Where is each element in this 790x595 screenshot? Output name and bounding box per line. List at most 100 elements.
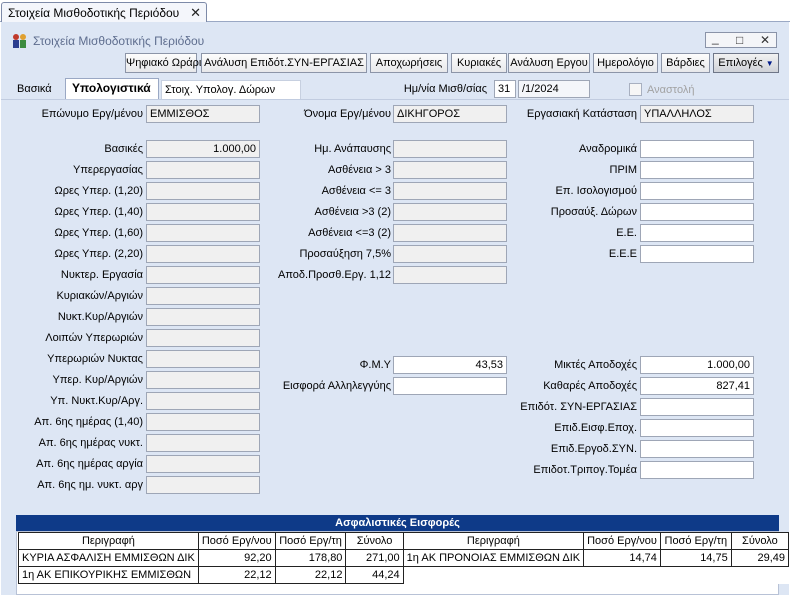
insurance-column-header[interactable]: Σύνολο xyxy=(345,532,404,550)
totals-field-input[interactable] xyxy=(640,440,754,458)
earnings-field-label: Απ. 6ης ημέρας νυκτ. xyxy=(38,437,143,449)
close-window-button[interactable]: ✕ xyxy=(760,33,770,47)
totals-field-label: Επιδ.Εισφ.Εποχ. xyxy=(554,422,637,434)
table-cell: 22,12 xyxy=(274,566,347,584)
earnings-field-label: Υπ. Νυκτ.Κυρ/Αργ. xyxy=(50,395,143,407)
earnings-field-label: Ωρες Υπερ. (1,40) xyxy=(54,206,143,218)
totals-field-input[interactable] xyxy=(640,461,754,479)
absence-field-input[interactable] xyxy=(393,182,507,200)
minimize-button[interactable]: _ xyxy=(712,31,719,45)
insurance-title: Ασφαλιστικές Εισφορές xyxy=(16,515,779,531)
earnings-field-input[interactable] xyxy=(146,161,260,179)
document-tab-strip: Στοιχεία Μισθοδοτικής Περιόδου ✕ xyxy=(0,0,790,22)
insurance-column-header[interactable]: Ποσό Εργ/νου xyxy=(197,532,276,550)
departures-button[interactable]: Αποχωρήσεις xyxy=(370,53,448,73)
extras-field-input[interactable] xyxy=(640,140,754,158)
extras-field-input[interactable] xyxy=(640,203,754,221)
extras-field-input[interactable] xyxy=(640,245,754,263)
payroll-month-year: /1/2024 xyxy=(518,80,590,98)
earnings-field-input[interactable] xyxy=(146,329,260,347)
earnings-field-label: Λοιπών Υπερωριών xyxy=(45,332,143,344)
earnings-field-input[interactable] xyxy=(146,245,260,263)
extras-field-label: Προσαύξ. Δώρων xyxy=(550,206,637,218)
absence-field-label: Ασθένεια <=3 (2) xyxy=(308,227,391,239)
table-cell xyxy=(660,567,731,584)
table-row[interactable]: 1η ΑΚ ΕΠΙΚΟΥΡΙΚΗΣ ΕΜΜΙΣΘΩΝ 22,12 22,12 44,2… xyxy=(18,566,789,584)
totals-field-label: Μικτές Αποδοχές xyxy=(554,359,637,371)
earnings-field-input[interactable] xyxy=(146,182,260,200)
digital-schedule-button[interactable]: Ψηφιακό Ωράριο xyxy=(125,53,207,73)
tax-field-input[interactable]: 43,53 xyxy=(393,356,507,374)
tab-bonus-calc-data[interactable]: Στοιχ. Υπολογ. Δώρων xyxy=(161,80,301,100)
absence-field-input[interactable] xyxy=(393,161,507,179)
tab-calculations[interactable]: Υπολογιστικά xyxy=(65,78,159,100)
earnings-field-input[interactable] xyxy=(146,434,260,452)
insurance-column-header[interactable]: Περιγραφή xyxy=(402,532,585,550)
insurance-column-header[interactable]: Ποσό Εργ/τη xyxy=(274,532,347,550)
totals-field-label: Επιδότ. ΣΥΝ-ΕΡΓΑΣΙΑΣ xyxy=(520,401,637,413)
earnings-field-input[interactable] xyxy=(146,371,260,389)
earnings-field-label: Ωρες Υπερ. (1,20) xyxy=(54,185,143,197)
earnings-field-input[interactable] xyxy=(146,392,260,410)
document-tab[interactable]: Στοιχεία Μισθοδοτικής Περιόδου ✕ xyxy=(1,2,207,22)
table-cell xyxy=(584,567,661,584)
close-tab-icon[interactable]: ✕ xyxy=(190,5,201,21)
earnings-field-label: Απ. 6ης ημέρας (1,40) xyxy=(34,416,143,428)
totals-field-input[interactable]: 1.000,00 xyxy=(640,356,754,374)
window-controls: _ □ ✕ xyxy=(705,31,777,48)
options-dropdown-button[interactable]: Επιλογές ▼ xyxy=(713,53,779,73)
earnings-field-input[interactable]: 1.000,00 xyxy=(146,140,260,158)
extras-field-label: Αναδρομικά xyxy=(578,143,637,155)
absence-field-input[interactable] xyxy=(393,266,507,284)
earnings-field-input[interactable] xyxy=(146,308,260,326)
restore-button[interactable]: □ xyxy=(736,33,743,47)
work-analysis-button[interactable]: Ανάλυση Εργου xyxy=(508,53,590,73)
tax-field-input[interactable] xyxy=(393,377,507,395)
sundays-button[interactable]: Κυριακές xyxy=(451,53,507,73)
people-icon xyxy=(13,34,26,48)
absence-field-input[interactable] xyxy=(393,245,507,263)
earnings-field-input[interactable] xyxy=(146,266,260,284)
tab-underline xyxy=(1,99,789,100)
absence-field-label: Ημ. Ανάπαυσης xyxy=(314,143,391,155)
main-panel: Στοιχεία Μισθοδοτικής Περιόδου _ □ ✕ Ψηφ… xyxy=(1,22,790,595)
totals-field-label: Επιδ.Εργοδ.ΣΥΝ. xyxy=(550,443,637,455)
insurance-column-header[interactable]: Ποσό Εργ/νου xyxy=(583,532,661,550)
earnings-field-label: Υπερ. Κυρ/Αργιών xyxy=(52,374,144,386)
totals-field-input[interactable] xyxy=(640,419,754,437)
absence-field-input[interactable] xyxy=(393,140,507,158)
payroll-day-input[interactable]: 31 xyxy=(494,80,516,98)
shifts-button[interactable]: Βάρδιες xyxy=(661,53,710,73)
earnings-field-input[interactable] xyxy=(146,203,260,221)
earnings-field-label: Απ. 6ης ημ. νυκτ. αργ xyxy=(37,479,143,491)
earnings-field-label: Ωρες Υπερ. (2,20) xyxy=(54,248,143,260)
suspension-checkbox[interactable] xyxy=(629,83,642,96)
extras-field-input[interactable] xyxy=(640,161,754,179)
table-row[interactable]: ΚΥΡΙΑ ΑΣΦΑΛΙΣΗ ΕΜΜΙΣΘΩΝ ΔΙΚ 92,20 178,80 27… xyxy=(18,549,790,567)
earnings-field-input[interactable] xyxy=(146,224,260,242)
earnings-field-label: Βασικές xyxy=(104,143,143,155)
calendar-button[interactable]: Ημερολόγιο xyxy=(593,53,658,73)
insurance-column-header[interactable]: Περιγραφή xyxy=(18,532,199,550)
absence-field-input[interactable] xyxy=(393,203,507,221)
totals-field-input[interactable]: 827,41 xyxy=(640,377,754,395)
earnings-field-input[interactable] xyxy=(146,455,260,473)
tab-basics[interactable]: Βασικά xyxy=(17,80,63,100)
subsidy-analysis-button[interactable]: Ανάλυση Επιδότ.ΣΥΝ-ΕΡΓΑΣΙΑΣ xyxy=(201,53,367,73)
table-cell: 29,49 xyxy=(730,549,790,567)
extras-field-input[interactable] xyxy=(640,224,754,242)
name-label: Όνομα Εργ/μένου xyxy=(304,108,391,120)
extras-field-label: Ε.Ε.Ε xyxy=(608,248,637,260)
earnings-field-input[interactable] xyxy=(146,350,260,368)
surname-field: ΕΜΜΙΣΘΟΣ xyxy=(146,105,260,123)
earnings-field-input[interactable] xyxy=(146,413,260,431)
totals-field-label: Επιδοτ.Τριπογ.Τομέα xyxy=(533,464,637,476)
table-cell: ΚΥΡΙΑ ΑΣΦΑΛΙΣΗ ΕΜΜΙΣΘΩΝ ΔΙΚ xyxy=(18,549,199,567)
extras-field-input[interactable] xyxy=(640,182,754,200)
insurance-column-header[interactable]: Ποσό Εργ/τη xyxy=(659,532,732,550)
earnings-field-input[interactable] xyxy=(146,476,260,494)
absence-field-input[interactable] xyxy=(393,224,507,242)
insurance-column-header[interactable]: Σύνολο xyxy=(730,532,790,550)
totals-field-input[interactable] xyxy=(640,398,754,416)
earnings-field-input[interactable] xyxy=(146,287,260,305)
